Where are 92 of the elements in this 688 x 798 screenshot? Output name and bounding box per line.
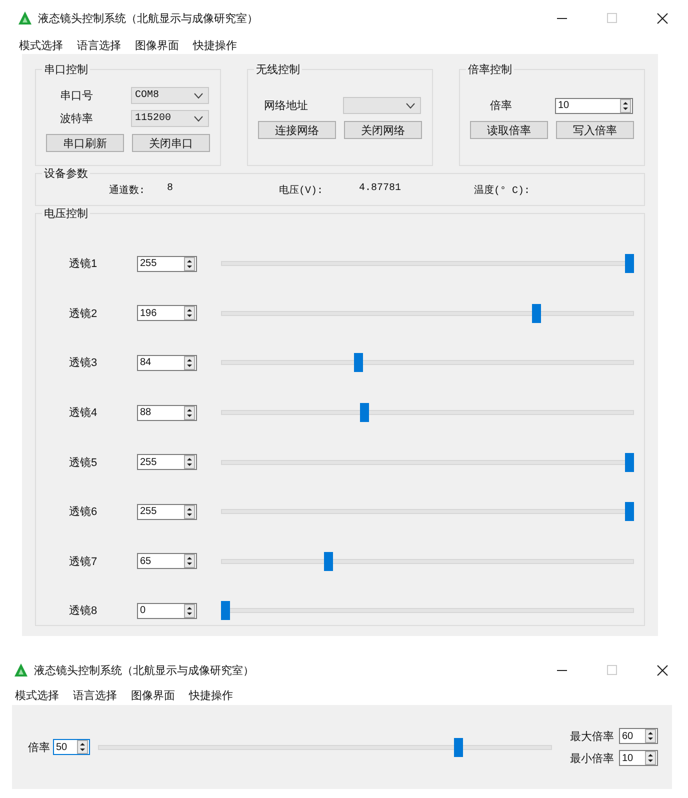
lens-label: 透镜3 [68, 356, 98, 370]
slider-thumb[interactable] [324, 552, 334, 571]
slider-track[interactable] [221, 353, 634, 372]
spin-arrows-icon[interactable] [184, 554, 195, 568]
spin-box[interactable]: 50 [53, 739, 90, 755]
menu-item[interactable]: 快捷操作 [189, 688, 233, 702]
app-logo-icon [14, 663, 28, 677]
field-label: 最小倍率 [570, 752, 614, 766]
lens-label: 透镜1 [68, 257, 98, 272]
slider-track[interactable] [221, 452, 634, 472]
window-title: 液态镜头控制系统（北航显示与成像研究室） [38, 12, 258, 26]
field-label: 串口号 [60, 89, 94, 103]
spin-box[interactable]: 255 [137, 504, 197, 520]
spin-box[interactable]: 10 [619, 750, 658, 766]
field-label: 最大倍率 [570, 730, 614, 744]
lens-label: 透镜7 [68, 554, 98, 569]
field-label: 波特率 [60, 112, 94, 126]
dropdown[interactable]: 115200 [131, 110, 209, 127]
slider-track[interactable] [221, 601, 634, 620]
spin-arrows-icon[interactable] [184, 356, 195, 370]
spin-box[interactable]: 60 [619, 728, 658, 744]
spin-arrows-icon[interactable] [184, 406, 195, 420]
parameter-label: 温度(° C): [474, 184, 530, 197]
group-title: 电压控制 [43, 207, 89, 221]
group-title: 倍率控制 [467, 62, 513, 77]
spin-box[interactable]: 0 [137, 602, 197, 619]
lens-label: 透镜8 [68, 604, 98, 618]
spin-arrows-icon[interactable] [184, 455, 195, 470]
slider-track[interactable] [221, 304, 634, 323]
spin-arrows-icon[interactable] [620, 98, 631, 112]
action-button[interactable]: 写入倍率 [556, 121, 634, 139]
caret-icon [406, 102, 415, 108]
action-button[interactable]: 串口刷新 [46, 134, 124, 152]
field-label: 倍率 [28, 740, 50, 754]
caret-icon [194, 116, 203, 122]
spin-box[interactable]: 84 [137, 354, 197, 371]
menu-item[interactable]: 模式选择 [19, 38, 63, 52]
menu-item[interactable]: 图像界面 [131, 688, 175, 702]
menu-item[interactable]: 图像界面 [135, 38, 179, 52]
spin-arrows-icon[interactable] [184, 256, 195, 271]
lens-label: 透镜2 [68, 306, 98, 321]
slider-thumb[interactable] [221, 601, 230, 620]
field-label: 倍率 [490, 98, 512, 113]
group-title: 串口控制 [43, 63, 89, 77]
slider-thumb[interactable] [354, 353, 363, 372]
spin-box[interactable]: 10 [555, 98, 633, 114]
spin-arrows-icon[interactable] [184, 306, 195, 320]
spin-box[interactable]: 196 [137, 305, 197, 322]
field-label: 网络地址 [264, 99, 308, 113]
spin-box[interactable]: 65 [137, 553, 197, 570]
slider-thumb[interactable] [625, 502, 634, 522]
action-button[interactable]: 关闭网络 [344, 121, 422, 139]
parameter-label: 电压(V): [279, 184, 324, 197]
action-button[interactable]: 连接网络 [258, 121, 336, 139]
slider-thumb[interactable] [454, 738, 463, 756]
slider-track[interactable] [221, 502, 634, 522]
slider-thumb[interactable] [532, 304, 541, 323]
spin-arrows-icon[interactable] [645, 751, 656, 765]
spin-arrows-icon[interactable] [645, 729, 656, 743]
group-title: 无线控制 [255, 63, 301, 77]
spin-arrows-icon[interactable] [77, 740, 88, 754]
parameter-value: 4.87781 [359, 183, 402, 196]
spin-box[interactable]: 88 [137, 404, 197, 421]
parameter-label: 通道数: [109, 184, 146, 197]
slider-thumb[interactable] [360, 403, 370, 422]
slider-track[interactable] [221, 254, 634, 274]
lens-label: 透镜4 [68, 406, 98, 420]
close-icon[interactable] [657, 12, 668, 24]
slider-track[interactable] [221, 552, 634, 571]
slider-track[interactable] [98, 738, 552, 756]
spin-box[interactable]: 255 [137, 454, 197, 470]
menu-item[interactable]: 语言选择 [73, 688, 117, 702]
group-title: 设备参数 [43, 167, 89, 181]
app-logo-icon [18, 11, 32, 25]
window-title: 液态镜头控制系统（北航显示与成像研究室） [34, 664, 254, 678]
menu-item[interactable]: 快捷操作 [193, 38, 237, 52]
slider-thumb[interactable] [625, 452, 634, 472]
spin-arrows-icon[interactable] [184, 504, 195, 519]
action-button[interactable]: 读取倍率 [470, 121, 548, 139]
spin-arrows-icon[interactable] [184, 604, 195, 618]
action-button[interactable]: 关闭串口 [132, 134, 210, 152]
caret-icon [194, 92, 203, 98]
lens-label: 透镜5 [68, 456, 98, 470]
lens-label: 透镜6 [68, 505, 98, 520]
menu-item[interactable]: 语言选择 [77, 38, 121, 52]
parameter-value: 8 [167, 183, 174, 196]
close-icon[interactable] [657, 664, 668, 676]
dropdown[interactable]: COM8 [131, 87, 209, 104]
slider-thumb[interactable] [625, 254, 634, 274]
spin-box[interactable]: 255 [137, 256, 197, 272]
slider-track[interactable] [221, 403, 634, 422]
menu-item[interactable]: 模式选择 [15, 688, 59, 702]
